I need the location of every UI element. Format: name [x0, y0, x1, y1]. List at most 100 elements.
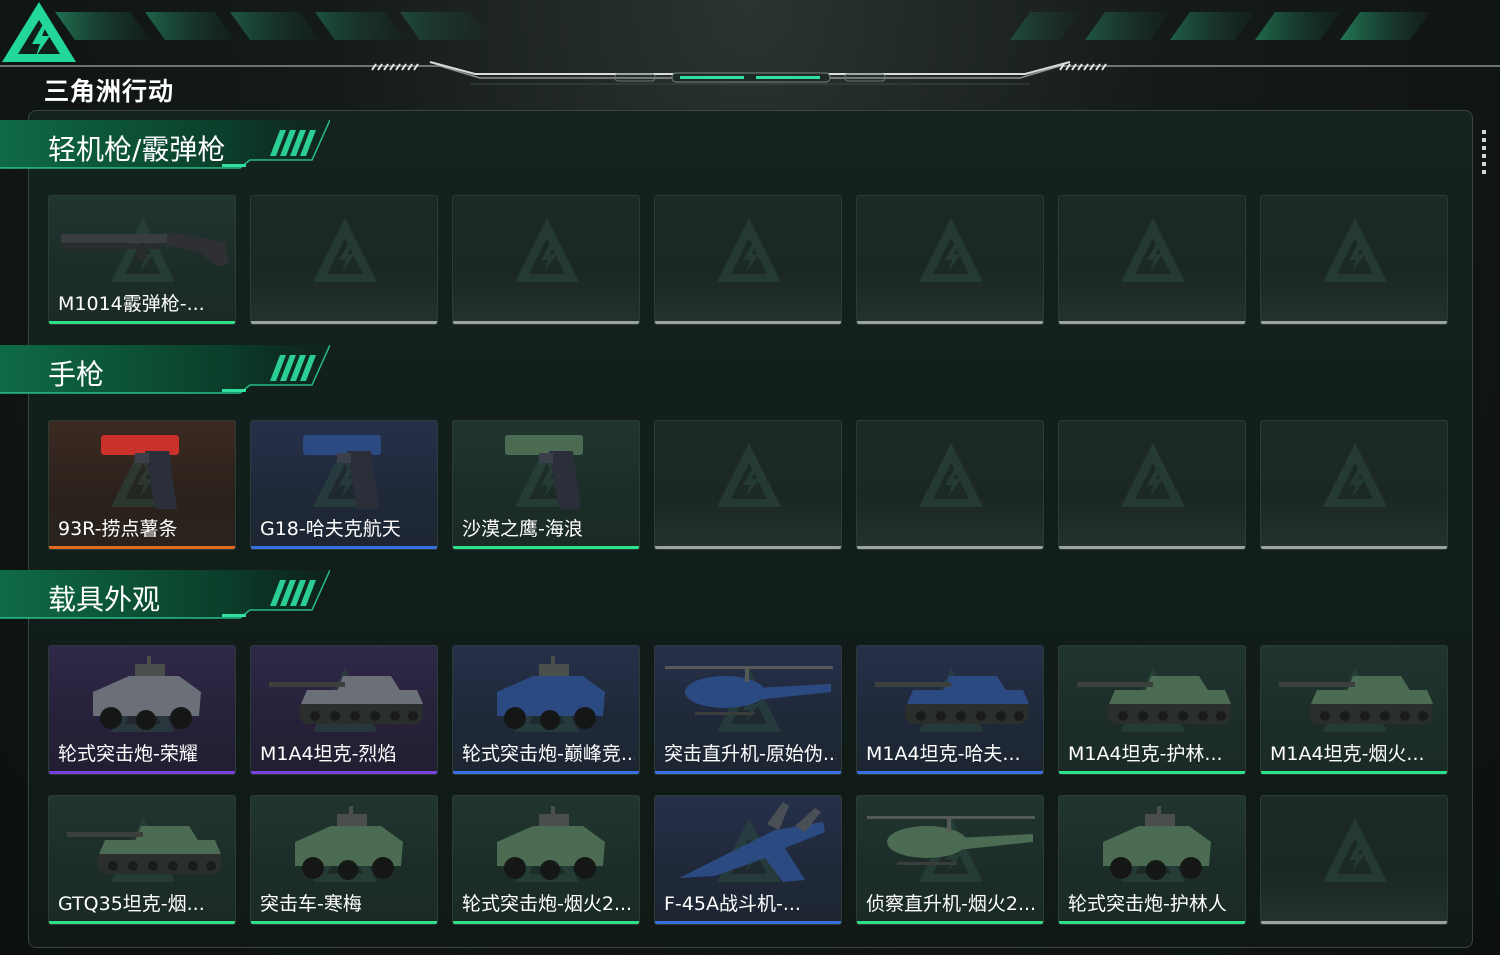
placeholder-logo-icon: [1121, 443, 1185, 507]
armored-car-icon: [93, 656, 201, 730]
empty-slot[interactable]: [452, 195, 640, 325]
item-name: 沙漠之鹰-海浪: [462, 518, 583, 540]
item-name: M1A4坦克-烈焰: [260, 743, 397, 765]
item-card[interactable]: G18-哈夫克航天: [250, 420, 438, 550]
section-title: 手枪: [48, 358, 105, 391]
item-name: M1A4坦克-哈夫...: [866, 743, 1021, 765]
rarity-bar: [1059, 771, 1245, 774]
item-name: 轮式突击炮-荣耀: [58, 743, 198, 765]
placeholder-logo-icon: [717, 218, 781, 282]
item-card[interactable]: F-45A战斗机-...: [654, 795, 842, 925]
item-card[interactable]: M1A4坦克-烈焰: [250, 645, 438, 775]
armored-car-icon: [1103, 806, 1211, 880]
tank-icon: [67, 826, 221, 874]
item-card[interactable]: 轮式突击炮-巅峰竞...: [452, 645, 640, 775]
item-card[interactable]: 93R-捞点薯条: [48, 420, 236, 550]
item-name: 突击直升机-原始伪...: [664, 743, 837, 765]
armored-car-icon: [497, 656, 605, 730]
scrollbar[interactable]: [1482, 130, 1486, 178]
placeholder-logo-icon: [919, 443, 983, 507]
item-card[interactable]: M1014霰弹枪-...: [48, 195, 236, 325]
rarity-bar: [1059, 321, 1245, 324]
item-card[interactable]: GTQ35坦克-烟...: [48, 795, 236, 925]
empty-slot[interactable]: [1260, 420, 1448, 550]
top-header: 三角洲行动: [0, 0, 1500, 106]
item-card[interactable]: M1A4坦克-烟火...: [1260, 645, 1448, 775]
rarity-bar: [49, 546, 235, 549]
pistol-icon: [101, 435, 179, 509]
item-name: M1A4坦克-烟火...: [1270, 743, 1425, 765]
item-card[interactable]: M1A4坦克-护林...: [1058, 645, 1246, 775]
item-name: 轮式突击炮-烟火2...: [462, 893, 633, 915]
item-name: 轮式突击炮-巅峰竞...: [462, 743, 635, 765]
item-card[interactable]: 突击车-寒梅: [250, 795, 438, 925]
item-name: 侦察直升机-烟火2...: [866, 893, 1037, 915]
placeholder-logo-icon: [515, 218, 579, 282]
rarity-bar: [453, 771, 639, 774]
armored-car-icon: [497, 806, 605, 880]
rarity-bar: [857, 321, 1043, 324]
logo-text: 三角洲行动: [44, 77, 175, 106]
placeholder-logo-icon: [1323, 818, 1387, 882]
empty-slot[interactable]: [1058, 195, 1246, 325]
tank-icon: [1077, 676, 1231, 724]
item-card[interactable]: M1A4坦克-哈夫...: [856, 645, 1044, 775]
rarity-bar: [655, 771, 841, 774]
tank-icon: [1279, 676, 1433, 724]
item-card[interactable]: 沙漠之鹰-海浪: [452, 420, 640, 550]
empty-slot[interactable]: [250, 195, 438, 325]
empty-slot[interactable]: [1260, 195, 1448, 325]
rarity-bar: [453, 321, 639, 324]
empty-slot[interactable]: [654, 195, 842, 325]
item-card[interactable]: 轮式突击炮-护林人: [1058, 795, 1246, 925]
pistol-icon: [303, 435, 381, 509]
item-name: GTQ35坦克-烟...: [58, 893, 205, 915]
item-card[interactable]: 轮式突击炮-烟火2...: [452, 795, 640, 925]
placeholder-logo-icon: [717, 443, 781, 507]
rarity-bar: [1261, 321, 1447, 324]
rarity-bar: [251, 921, 437, 924]
placeholder-logo-icon: [1323, 218, 1387, 282]
rarity-bar: [1059, 546, 1245, 549]
placeholder-logo-icon: [313, 218, 377, 282]
placeholder-logo-icon: [919, 218, 983, 282]
rarity-bar: [857, 921, 1043, 924]
rarity-bar: [1261, 771, 1447, 774]
empty-slot[interactable]: [654, 420, 842, 550]
rarity-bar: [251, 771, 437, 774]
rarity-bar: [857, 771, 1043, 774]
rarity-bar: [1261, 546, 1447, 549]
rarity-bar: [1261, 921, 1447, 924]
pistol-icon: [505, 435, 583, 509]
jet-icon: [679, 802, 825, 882]
empty-slot[interactable]: [856, 420, 1044, 550]
empty-slot[interactable]: [1058, 420, 1246, 550]
rarity-bar: [49, 771, 235, 774]
section-header: 手枪: [0, 345, 330, 399]
empty-slot[interactable]: [856, 195, 1044, 325]
item-name: 突击车-寒梅: [260, 893, 362, 915]
section-title: 轻机枪/霰弹枪: [48, 133, 226, 166]
rarity-bar: [453, 921, 639, 924]
rarity-bar: [251, 546, 437, 549]
placeholder-logo-icon: [1323, 443, 1387, 507]
item-name: 93R-捞点薯条: [58, 518, 178, 540]
item-name: G18-哈夫克航天: [260, 518, 401, 540]
item-name: M1014霰弹枪-...: [58, 293, 205, 315]
section-title: 载具外观: [48, 583, 161, 616]
empty-slot[interactable]: [1260, 795, 1448, 925]
item-card[interactable]: 突击直升机-原始伪...: [654, 645, 842, 775]
placeholder-logo-icon: [1121, 218, 1185, 282]
rarity-bar: [453, 546, 639, 549]
rarity-bar: [49, 321, 235, 324]
header-decoration: [0, 12, 1500, 85]
rarity-bar: [857, 546, 1043, 549]
rarity-bar: [1059, 921, 1245, 924]
game-logo-icon: [2, 2, 76, 62]
helicopter-icon: [665, 666, 833, 715]
armored-car-icon: [295, 806, 403, 880]
rarity-bar: [655, 921, 841, 924]
item-name: 轮式突击炮-护林人: [1068, 893, 1227, 915]
item-card[interactable]: 侦察直升机-烟火2...: [856, 795, 1044, 925]
item-card[interactable]: 轮式突击炮-荣耀: [48, 645, 236, 775]
